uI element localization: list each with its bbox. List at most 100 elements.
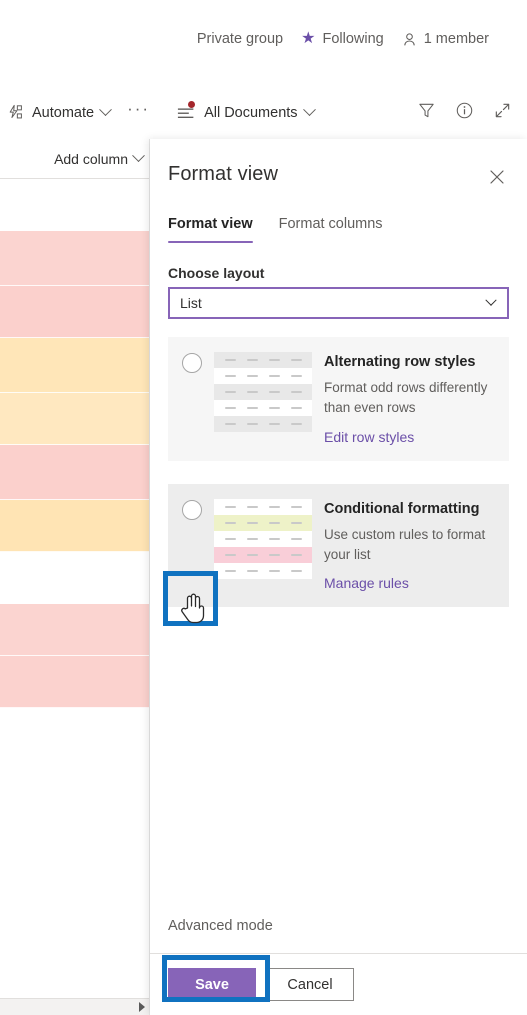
preview-cell-dash [246, 553, 258, 556]
panel-footer: Save Cancel [150, 953, 527, 1015]
members-label: 1 member [423, 31, 489, 47]
list-rows-container [0, 179, 149, 908]
preview-row [214, 498, 312, 515]
list-row[interactable] [0, 179, 149, 231]
preview-row [214, 368, 312, 384]
person-icon [402, 32, 417, 47]
following-button[interactable]: ★ Following [301, 30, 384, 48]
preview-cell-dash [246, 423, 258, 425]
automate-flow-icon [7, 104, 25, 122]
list-row[interactable] [0, 338, 149, 393]
info-button[interactable] [445, 93, 483, 133]
preview-cell-dash [224, 505, 236, 508]
preview-cell-dash [224, 391, 236, 393]
preview-row [214, 384, 312, 400]
preview-cell-dash [268, 407, 280, 409]
tab-format-view[interactable]: Format view [168, 216, 253, 243]
preview-row [214, 530, 312, 547]
conditional-formatting-title: Conditional formatting [324, 500, 480, 517]
list-row[interactable] [0, 231, 149, 286]
advanced-mode-link[interactable]: Advanced mode [168, 918, 273, 934]
preview-cell-dash [246, 569, 258, 572]
panel-tabs: Format view Format columns [150, 203, 527, 243]
chevron-down-icon [99, 103, 112, 117]
save-button[interactable]: Save [168, 968, 256, 1001]
tab-format-columns-label: Format columns [278, 216, 383, 232]
privacy-text: Private group [196, 31, 284, 47]
cancel-button[interactable]: Cancel [266, 968, 354, 1001]
tab-format-view-label: Format view [168, 216, 253, 232]
horizontal-scrollbar[interactable] [0, 998, 149, 1015]
tab-format-columns[interactable]: Format columns [279, 216, 383, 243]
preview-cell-dash [224, 537, 236, 540]
ellipsis-icon: ··· [127, 99, 151, 118]
option-card-alternating-row-styles[interactable]: Alternating row styles Format odd rows d… [168, 337, 509, 461]
list-row[interactable] [0, 286, 149, 338]
chevron-down-icon [485, 294, 497, 306]
preview-row [214, 514, 312, 531]
scrollbar-thumb[interactable] [0, 1001, 96, 1013]
layout-dropdown[interactable]: List [168, 287, 509, 319]
members-button[interactable]: 1 member [402, 31, 489, 47]
option-card-conditional-formatting[interactable]: Conditional formatting Use custom rules … [168, 483, 509, 608]
list-row[interactable] [0, 708, 149, 908]
preview-cell-dash [246, 359, 258, 361]
preview-row [214, 352, 312, 368]
preview-cell-dash [268, 569, 280, 572]
automate-button[interactable]: Automate [0, 93, 117, 133]
preview-cell-dash [268, 375, 280, 377]
chevron-down-icon [302, 103, 316, 117]
alternating-row-styles-description: Format odd rows differently than even ro… [324, 380, 488, 416]
edit-row-styles-link[interactable]: Edit row styles [324, 429, 495, 445]
preview-cell-dash [290, 569, 302, 572]
preview-cell-dash [290, 423, 302, 425]
list-row[interactable] [0, 445, 149, 500]
preview-row [214, 400, 312, 416]
preview-row [214, 546, 312, 563]
close-icon[interactable] [481, 161, 513, 193]
star-icon: ★ [301, 30, 316, 47]
preview-cell-dash [246, 407, 258, 409]
preview-cell-dash [224, 423, 236, 425]
preview-cell-dash [268, 521, 280, 524]
expand-diagonal-icon [493, 101, 512, 125]
command-bar: Automate ··· All Documents [0, 88, 527, 138]
alternating-row-styles-title: Alternating row styles [324, 354, 476, 370]
preview-cell-dash [290, 505, 302, 508]
conditional-formatting-description: Use custom rules to format your list [324, 526, 486, 562]
list-row[interactable] [0, 656, 149, 708]
preview-cell-dash [268, 423, 280, 425]
preview-cell-dash [290, 553, 302, 556]
automate-label: Automate [32, 104, 95, 121]
list-row[interactable] [0, 393, 149, 445]
conditional-formatting-radio[interactable] [182, 499, 202, 520]
preview-cell-dash [224, 407, 236, 409]
alternating-row-styles-preview-thumbnail [214, 352, 312, 432]
view-unsaved-indicator-dot [188, 100, 196, 108]
filter-button[interactable] [407, 93, 445, 133]
preview-cell-dash [224, 521, 236, 524]
scroll-right-arrow-icon[interactable] [139, 1002, 145, 1012]
preview-cell-dash [224, 375, 236, 377]
list-row[interactable] [0, 500, 149, 552]
list-row[interactable] [0, 604, 149, 656]
overflow-menu-button[interactable]: ··· [117, 93, 160, 133]
view-list-icon [177, 105, 197, 121]
preview-cell-dash [268, 391, 280, 393]
view-selector-button[interactable]: All Documents [170, 93, 320, 133]
manage-rules-link[interactable]: Manage rules [324, 575, 495, 591]
preview-cell-dash [268, 359, 280, 361]
alternating-row-styles-radio[interactable] [182, 353, 202, 373]
add-column-button[interactable]: Add column [54, 149, 145, 167]
preview-cell-dash [246, 537, 258, 540]
list-row[interactable] [0, 552, 149, 604]
panel-body: Choose layout List Alternating row style… [150, 243, 527, 917]
info-circle-icon [455, 101, 474, 125]
preview-cell-dash [268, 537, 280, 540]
expand-button[interactable] [483, 93, 521, 133]
preview-cell-dash [290, 375, 302, 377]
preview-cell-dash [268, 505, 280, 508]
preview-row [214, 562, 312, 579]
alternating-row-styles-text: Alternating row styles Format odd rows d… [324, 351, 495, 445]
panel-header: Format view [150, 139, 527, 203]
